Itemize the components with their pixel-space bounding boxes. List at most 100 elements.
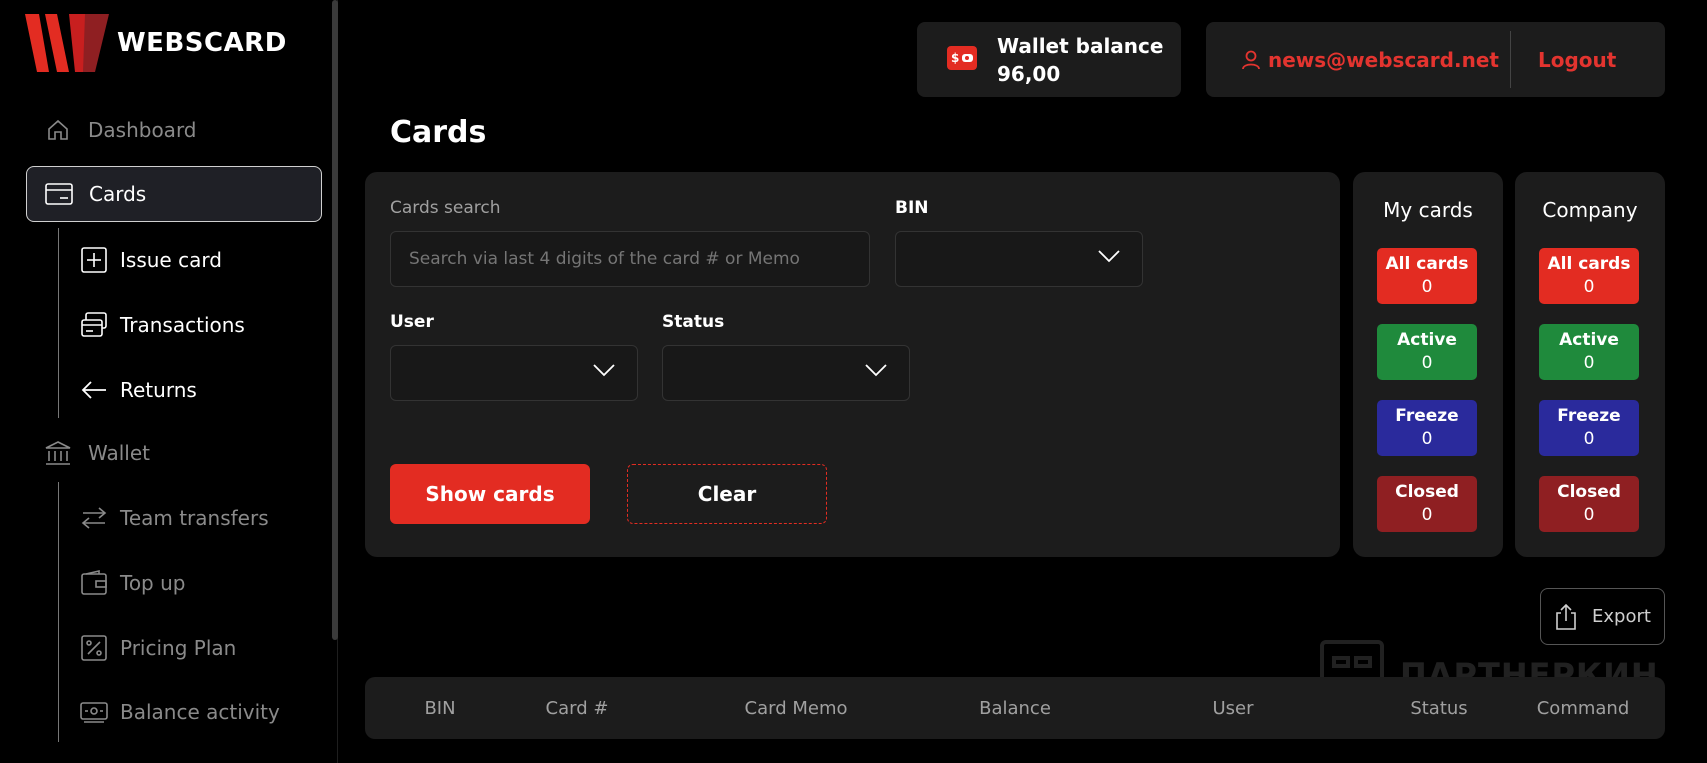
arrow-left-icon <box>80 376 108 404</box>
logout-button[interactable]: Logout <box>1538 22 1616 97</box>
company-all-cards-button[interactable]: All cards 0 <box>1539 248 1639 304</box>
sidebar-item-pricing-plan[interactable]: Pricing Plan <box>80 628 236 668</box>
percent-icon <box>80 634 108 662</box>
sidebar-item-team-transfers[interactable]: Team transfers <box>80 498 269 538</box>
activity-icon <box>80 698 108 726</box>
sidebar-item-label: Balance activity <box>120 700 280 724</box>
divider <box>1510 31 1511 88</box>
cards-table-header: BIN Card # Card Memo Balance User Status… <box>365 677 1665 739</box>
status-label: Status <box>662 312 725 332</box>
sidebar-item-label: Team transfers <box>120 506 269 530</box>
stat-label: All cards <box>1547 254 1631 275</box>
wallet-money-icon: $ <box>947 45 977 74</box>
cards-search-input[interactable] <box>390 231 870 287</box>
stat-count: 0 <box>1583 353 1595 373</box>
user-email: news@webscard.net <box>1268 47 1499 72</box>
company-freeze-button[interactable]: Freeze 0 <box>1539 400 1639 456</box>
user-icon <box>1242 50 1260 70</box>
bank-icon <box>44 439 72 467</box>
chevron-down-icon <box>593 362 615 381</box>
stat-count: 0 <box>1583 505 1595 525</box>
company-active-button[interactable]: Active 0 <box>1539 324 1639 380</box>
my-active-button[interactable]: Active 0 <box>1377 324 1477 380</box>
transfer-icon <box>80 504 108 532</box>
column-header-command[interactable]: Command <box>1537 677 1630 739</box>
company-panel: Company All cards 0 Active 0 Freeze 0 Cl… <box>1515 172 1665 557</box>
stat-label: Closed <box>1395 482 1459 503</box>
sidebar: WEBSCARD Dashboard Cards Issue card Tran… <box>0 0 338 763</box>
status-select[interactable] <box>662 345 910 401</box>
my-cards-title: My cards <box>1383 198 1473 222</box>
sidebar-item-issue-card[interactable]: Issue card <box>80 240 222 280</box>
sidebar-item-label: Returns <box>120 378 197 402</box>
export-button[interactable]: Export <box>1540 588 1665 645</box>
sidebar-item-label: Pricing Plan <box>120 636 237 660</box>
home-icon <box>44 116 72 144</box>
my-all-cards-button[interactable]: All cards 0 <box>1377 248 1477 304</box>
filter-panel: Cards search BIN User Status Show cards … <box>365 172 1340 557</box>
wallet-value: 96,00 <box>997 61 1061 86</box>
user-select[interactable] <box>390 345 638 401</box>
stat-label: Closed <box>1557 482 1621 503</box>
webscard-logo-icon <box>25 14 109 72</box>
wallet-icon <box>80 569 108 597</box>
my-freeze-button[interactable]: Freeze 0 <box>1377 400 1477 456</box>
stat-count: 0 <box>1583 429 1595 449</box>
svg-text:$: $ <box>951 51 959 65</box>
share-icon <box>1554 603 1578 630</box>
show-cards-button[interactable]: Show cards <box>390 464 590 524</box>
column-header-bin[interactable]: BIN <box>424 677 455 739</box>
wallet-title: Wallet balance <box>997 33 1164 58</box>
sidebar-item-top-up[interactable]: Top up <box>80 563 185 603</box>
user-panel: news@webscard.net Logout <box>1206 22 1665 97</box>
bin-select[interactable] <box>895 231 1143 287</box>
stat-count: 0 <box>1421 429 1433 449</box>
column-header-status[interactable]: Status <box>1410 677 1467 739</box>
page-title: Cards <box>390 115 487 150</box>
brand-name: WEBSCARD <box>117 28 287 58</box>
submenu-line <box>58 482 59 742</box>
stat-label: Active <box>1397 330 1457 351</box>
sidebar-scrollbar[interactable] <box>332 0 338 640</box>
stat-count: 0 <box>1421 353 1433 373</box>
bin-label: BIN <box>895 198 929 218</box>
stat-count: 0 <box>1583 277 1595 297</box>
company-closed-button[interactable]: Closed 0 <box>1539 476 1639 532</box>
stat-count: 0 <box>1421 505 1433 525</box>
plus-square-icon <box>80 246 108 274</box>
transactions-icon <box>80 311 108 339</box>
clear-button[interactable]: Clear <box>627 464 827 524</box>
brand-logo[interactable]: WEBSCARD <box>25 14 287 72</box>
sidebar-item-label: Top up <box>120 571 186 595</box>
sidebar-item-label: Issue card <box>120 248 222 272</box>
sidebar-item-returns[interactable]: Returns <box>80 370 197 410</box>
company-title: Company <box>1542 198 1638 222</box>
submenu-line <box>58 228 59 418</box>
column-header-card-number[interactable]: Card # <box>546 677 609 739</box>
card-icon <box>45 180 73 208</box>
wallet-balance[interactable]: $ Wallet balance 96,00 <box>917 22 1181 97</box>
search-label: Cards search <box>390 198 501 218</box>
sidebar-item-transactions[interactable]: Transactions <box>80 305 245 345</box>
column-header-card-memo[interactable]: Card Memo <box>745 677 848 739</box>
my-closed-button[interactable]: Closed 0 <box>1377 476 1477 532</box>
user-email-link[interactable]: news@webscard.net <box>1242 22 1499 97</box>
chevron-down-icon <box>865 362 887 381</box>
user-label: User <box>390 312 434 332</box>
stat-count: 0 <box>1421 277 1433 297</box>
sidebar-item-wallet[interactable]: Wallet <box>26 425 322 481</box>
sidebar-item-label: Cards <box>89 182 147 206</box>
stat-label: Active <box>1559 330 1619 351</box>
chevron-down-icon <box>1098 248 1120 267</box>
sidebar-item-label: Transactions <box>120 313 245 337</box>
sidebar-item-dashboard[interactable]: Dashboard <box>26 102 322 158</box>
stat-label: Freeze <box>1557 406 1621 427</box>
stat-label: All cards <box>1385 254 1469 275</box>
my-cards-panel: My cards All cards 0 Active 0 Freeze 0 C… <box>1353 172 1503 557</box>
stat-label: Freeze <box>1395 406 1459 427</box>
sidebar-item-cards[interactable]: Cards <box>26 166 322 222</box>
sidebar-item-label: Wallet <box>88 441 151 465</box>
column-header-user[interactable]: User <box>1212 677 1253 739</box>
column-header-balance[interactable]: Balance <box>979 677 1051 739</box>
sidebar-item-balance-activity[interactable]: Balance activity <box>80 692 280 732</box>
